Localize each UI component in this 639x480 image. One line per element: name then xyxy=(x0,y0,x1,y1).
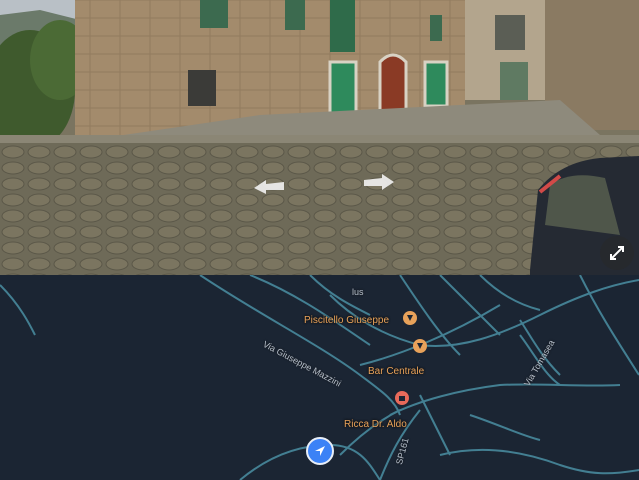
food-pin-icon[interactable] xyxy=(402,311,418,327)
cafe-pin-icon[interactable] xyxy=(412,339,428,355)
place-label-piscitello[interactable]: Piscitello Giuseppe xyxy=(304,315,389,326)
left-arrow-icon[interactable] xyxy=(252,178,286,199)
expand-button[interactable] xyxy=(600,236,634,270)
current-location-marker[interactable] xyxy=(306,437,334,465)
street-view-image xyxy=(0,0,639,275)
place-label-ricca[interactable]: Ricca Dr. Aldo xyxy=(344,419,407,430)
place-label-bar-centrale[interactable]: Bar Centrale xyxy=(368,366,424,377)
right-arrow-icon[interactable] xyxy=(362,174,396,195)
map[interactable]: lus Via Giuseppe Mazzini Via Tomasea SP1… xyxy=(0,275,639,480)
shopping-pin-icon[interactable] xyxy=(394,391,410,407)
location-arrow-icon xyxy=(315,446,325,456)
expand-icon xyxy=(610,246,624,260)
street-view-panorama[interactable] xyxy=(0,0,639,275)
road-label-top: lus xyxy=(352,287,364,297)
